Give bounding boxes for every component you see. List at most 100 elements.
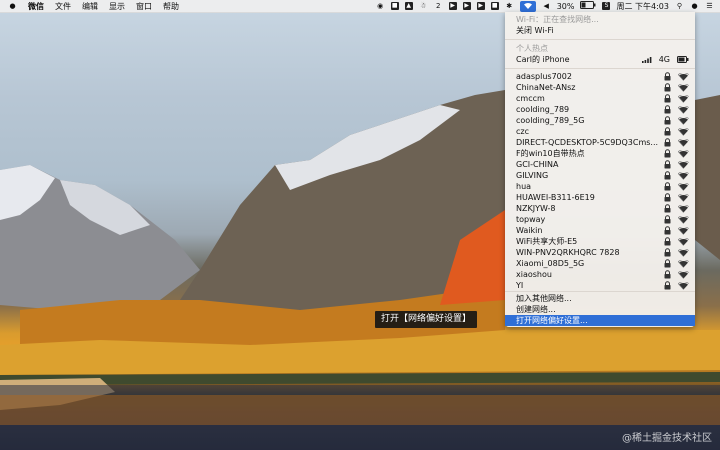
cellular-signal-icon — [641, 56, 652, 63]
wifi-icon[interactable] — [519, 0, 536, 12]
wifi-network-item[interactable]: HUAWEI-B311-6E19 — [505, 192, 695, 203]
notification-count: 2 — [435, 1, 441, 10]
wifi-signal-icon — [678, 94, 689, 103]
network-name: coolding_789_5G — [516, 116, 585, 125]
menu-window[interactable]: 窗口 — [136, 1, 152, 12]
status-app-icon[interactable]: ▶ — [448, 2, 457, 10]
wifi-signal-icon — [678, 72, 689, 81]
lock-icon — [664, 204, 671, 213]
menu-divider — [505, 68, 695, 69]
lock-icon — [664, 171, 671, 180]
battery-percent: 30% — [556, 1, 575, 11]
wifi-network-item[interactable]: NZKJYW-8 — [505, 203, 695, 214]
network-name: NZKJYW-8 — [516, 204, 556, 213]
network-name: F的win10自带热点 — [516, 149, 585, 158]
lock-icon — [664, 281, 671, 290]
open-network-preferences-item[interactable]: 打开网络偏好设置... — [505, 315, 695, 326]
wifi-network-item[interactable]: YI — [505, 280, 695, 291]
wifi-signal-icon — [678, 193, 689, 202]
wifi-network-item[interactable]: F的win10自带热点 — [505, 148, 695, 159]
wifi-toggle-item[interactable]: 关闭 Wi-Fi — [505, 25, 695, 36]
menu-app-name[interactable]: 微信 — [28, 1, 44, 12]
wifi-network-item[interactable]: coolding_789 — [505, 104, 695, 115]
wifi-signal-icon — [678, 149, 689, 158]
wifi-signal-icon — [678, 226, 689, 235]
network-name: WiFi共享大师-E5 — [516, 237, 578, 246]
menu-file[interactable]: 文件 — [55, 1, 71, 12]
qq-icon[interactable]: ☃ — [419, 2, 428, 11]
status-app-icon[interactable]: ▶ — [462, 2, 471, 10]
hotspot-header: 个人热点 — [516, 44, 548, 53]
menu-view[interactable]: 显示 — [109, 1, 125, 12]
battery-icon[interactable] — [580, 1, 596, 11]
wifi-signal-icon — [678, 237, 689, 246]
apple-icon[interactable]: ● — [8, 2, 17, 11]
wifi-network-item[interactable]: cmccm — [505, 93, 695, 104]
wifi-network-item[interactable]: xiaoshou — [505, 269, 695, 280]
wifi-signal-icon — [678, 83, 689, 92]
volume-icon[interactable]: ◀ — [542, 2, 551, 11]
status-app-icon[interactable]: ■ — [390, 2, 399, 10]
network-name: ChinaNet-ANsz — [516, 83, 576, 92]
spotlight-search-icon[interactable]: ⚲ — [675, 2, 684, 11]
create-network-item[interactable]: 创建网络... — [505, 304, 695, 315]
lock-icon — [664, 259, 671, 268]
wifi-network-item[interactable]: czc — [505, 126, 695, 137]
lock-icon — [664, 160, 671, 169]
wifi-network-item[interactable]: DIRECT-QCDESKTOP-5C9DQ3Cms... — [505, 137, 695, 148]
network-name: xiaoshou — [516, 270, 552, 279]
wifi-signal-icon — [678, 182, 689, 191]
wifi-signal-icon — [678, 259, 689, 268]
network-name: Waikin — [516, 226, 543, 235]
status-app-icon[interactable]: ▶ — [476, 2, 485, 10]
wechat-icon[interactable]: ◉ — [376, 2, 385, 11]
network-type: 4G — [658, 55, 670, 64]
status-app-icon[interactable]: ■ — [490, 2, 499, 10]
wifi-network-item[interactable]: WiFi共享大师-E5 — [505, 236, 695, 247]
lock-icon — [664, 270, 671, 279]
input-method-icon[interactable]: S — [602, 2, 611, 10]
network-name: topway — [516, 215, 546, 224]
wifi-signal-icon — [678, 105, 689, 114]
lock-icon — [664, 237, 671, 246]
lock-icon — [664, 248, 671, 257]
wifi-status-text: Wi-Fi：正在查找网络... — [516, 15, 599, 24]
user-avatar-icon[interactable]: ● — [690, 2, 699, 11]
wifi-signal-icon — [678, 281, 689, 290]
lock-icon — [664, 215, 671, 224]
wifi-network-item[interactable]: adasplus7002 — [505, 71, 695, 82]
wifi-network-item[interactable]: WIN-PNV2QRKHQRC 7828 — [505, 247, 695, 258]
lock-icon — [664, 193, 671, 202]
lock-icon — [664, 226, 671, 235]
menu-help[interactable]: 帮助 — [163, 1, 179, 12]
clock[interactable]: 周二 下午4:03 — [616, 1, 669, 12]
menu-divider — [505, 39, 695, 40]
lock-icon — [664, 149, 671, 158]
wifi-network-item[interactable]: topway — [505, 214, 695, 225]
lock-icon — [664, 83, 671, 92]
watermark: @稀土掘金技术社区 — [622, 433, 712, 444]
wifi-network-item[interactable]: GILVING — [505, 170, 695, 181]
wifi-network-item[interactable]: Waikin — [505, 225, 695, 236]
wifi-network-item[interactable]: Xiaomi_08D5_5G — [505, 258, 695, 269]
join-other-network-item[interactable]: 加入其他网络... — [505, 293, 695, 304]
wifi-network-item[interactable]: ChinaNet-ANsz — [505, 82, 695, 93]
wifi-network-item[interactable]: GCI-CHINA — [505, 159, 695, 170]
network-name: YI — [516, 281, 524, 290]
wifi-signal-icon — [678, 116, 689, 125]
wifi-signal-icon — [678, 171, 689, 180]
network-name: Xiaomi_08D5_5G — [516, 259, 585, 268]
bluetooth-icon[interactable]: ✱ — [505, 2, 514, 11]
notification-center-icon[interactable]: ☰ — [705, 2, 714, 11]
wifi-dropdown-menu: Wi-Fi：正在查找网络... 关闭 Wi-Fi 个人热点 Carl的 iPho… — [505, 12, 695, 327]
wifi-network-item[interactable]: hua — [505, 181, 695, 192]
menu-edit[interactable]: 编辑 — [82, 1, 98, 12]
network-name: adasplus7002 — [516, 72, 572, 81]
wifi-network-item[interactable]: coolding_789_5G — [505, 115, 695, 126]
hotspot-item[interactable]: Carl的 iPhone 4G — [505, 54, 695, 65]
wifi-signal-icon — [678, 160, 689, 169]
lock-icon — [664, 105, 671, 114]
wifi-signal-icon — [678, 127, 689, 136]
lock-icon — [664, 72, 671, 81]
status-app-icon[interactable]: ▲ — [404, 2, 413, 10]
